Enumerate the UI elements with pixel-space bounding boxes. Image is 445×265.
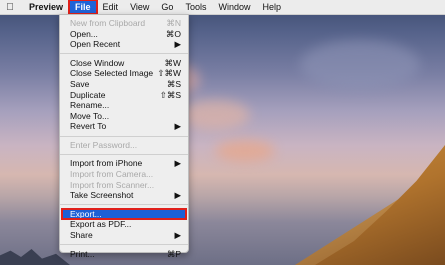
menu-item-label: Export... (70, 208, 102, 219)
menu-separator (60, 53, 188, 55)
menu-item-save[interactable]: Save ⌘S (60, 79, 188, 90)
menu-item-label: Save (70, 78, 90, 89)
menu-item-import-from-scanner: Import from Scanner... (60, 180, 188, 191)
menu-item-new-from-clipboard: New from Clipboard ⌘N (60, 18, 188, 29)
shortcut-label: ⌘W (164, 57, 181, 68)
menu-item-label: Close Selected Image (70, 68, 154, 79)
menu-item-label: Duplicate (70, 89, 106, 100)
menu-separator (60, 244, 188, 246)
menu-item-label: Import from Camera... (70, 169, 154, 180)
shortcut-label: ⌘N (166, 18, 181, 28)
menu-item-label: Take Screenshot (70, 190, 134, 201)
menu-separator (60, 154, 188, 156)
submenu-arrow-icon: ▶ (174, 39, 181, 50)
menu-item-label: Rename... (70, 100, 110, 111)
menu-edit[interactable]: Edit (97, 0, 125, 14)
menu-item-revert-to[interactable]: Revert To ▶ (60, 121, 188, 132)
menu-item-label: Import from Scanner... (70, 179, 155, 190)
shortcut-label: ⌘O (165, 28, 181, 39)
wallpaper-cloud (180, 100, 250, 130)
menu-item-import-from-iphone[interactable]: Import from iPhone ▶ (60, 158, 188, 169)
menu-go[interactable]: Go (155, 0, 179, 14)
file-menu-dropdown: New from Clipboard ⌘N Open... ⌘O Open Re… (59, 14, 189, 259)
menu-item-label: Import from iPhone (70, 158, 143, 169)
menu-view[interactable]: View (124, 0, 155, 14)
menu-item-share[interactable]: Share ▶ (60, 230, 188, 241)
menu-item-label: Move To... (70, 110, 110, 121)
menu-item-label: Open Recent (70, 39, 121, 50)
menu-bar:  Preview File Edit View Go Tools Window… (0, 0, 445, 15)
wallpaper-cloud (300, 40, 420, 90)
shortcut-label: ⌘S (166, 78, 181, 89)
menu-item-duplicate[interactable]: Duplicate ⇧⌘S (60, 90, 188, 101)
shortcut-label: ⌘P (166, 248, 181, 259)
menu-item-open-recent[interactable]: Open Recent ▶ (60, 39, 188, 50)
menu-item-label: Share (70, 230, 93, 241)
apple-logo-icon[interactable]:  (3, 2, 17, 13)
submenu-arrow-icon: ▶ (174, 230, 181, 241)
menu-item-print[interactable]: Print... ⌘P (60, 249, 188, 260)
menu-item-export[interactable]: Export... (61, 207, 187, 221)
wallpaper-cloud (215, 140, 275, 162)
menu-item-label: Export as PDF... (70, 219, 132, 230)
menu-item-enter-password: Enter Password... (60, 140, 188, 151)
menu-separator (60, 135, 188, 137)
menu-item-label: Revert To (70, 121, 107, 132)
menu-file[interactable]: File (68, 0, 98, 15)
menu-item-label: New from Clipboard (70, 18, 146, 28)
menu-item-move-to[interactable]: Move To... (60, 111, 188, 122)
menu-item-close-window[interactable]: Close Window ⌘W (60, 58, 188, 69)
menu-tools[interactable]: Tools (179, 0, 212, 14)
shortcut-label: ⇧⌘S (159, 89, 181, 100)
menu-item-label: Close Window (70, 57, 125, 68)
menu-item-close-selected-image[interactable]: Close Selected Image ⇧⌘W (60, 68, 188, 79)
menu-separator (60, 204, 188, 206)
menu-item-label: Print... (70, 248, 95, 259)
submenu-arrow-icon: ▶ (174, 121, 181, 132)
menu-item-label: Open... (70, 28, 98, 39)
menu-item-label: Enter Password... (70, 139, 138, 150)
menu-window[interactable]: Window (212, 0, 256, 14)
app-menu-preview[interactable]: Preview (23, 0, 69, 14)
menu-item-open[interactable]: Open... ⌘O (60, 29, 188, 40)
shortcut-label: ⇧⌘W (157, 68, 181, 79)
menu-item-rename[interactable]: Rename... (60, 100, 188, 111)
menu-item-import-from-camera: Import from Camera... (60, 169, 188, 180)
submenu-arrow-icon: ▶ (174, 190, 181, 201)
menu-help[interactable]: Help (256, 0, 287, 14)
submenu-arrow-icon: ▶ (174, 158, 181, 169)
menu-item-export-as-pdf[interactable]: Export as PDF... (60, 219, 188, 230)
menu-item-take-screenshot[interactable]: Take Screenshot ▶ (60, 190, 188, 201)
